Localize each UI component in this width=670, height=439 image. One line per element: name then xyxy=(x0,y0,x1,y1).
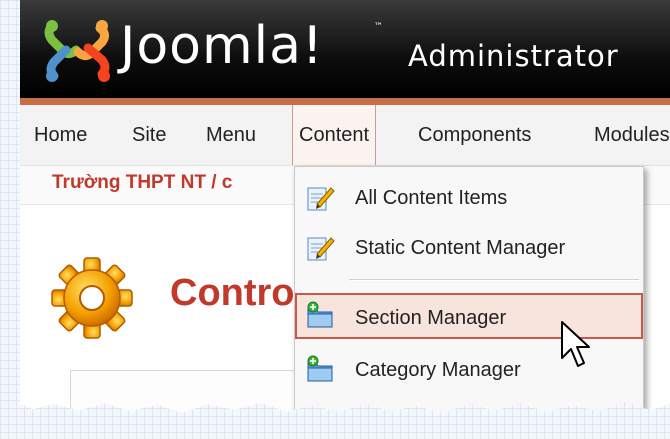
trademark-mark: ™ xyxy=(374,22,383,32)
content-panel xyxy=(70,370,302,414)
menu-components[interactable]: Components xyxy=(418,105,531,165)
breadcrumb[interactable]: Trường THPT NT / c xyxy=(52,172,232,194)
menu-item-label: Section Manager xyxy=(355,307,507,329)
edit-document-icon xyxy=(307,237,335,261)
gear-icon xyxy=(51,257,133,339)
menu-modules[interactable]: Modules xyxy=(594,105,670,165)
menu-item-static-content-manager[interactable]: Static Content Manager xyxy=(295,225,643,271)
content-dropdown-menu: All Content Items Static Content Manager… xyxy=(294,166,644,414)
menu-separator xyxy=(349,279,639,281)
menu-content[interactable]: Content xyxy=(292,105,377,165)
menu-home[interactable]: Home xyxy=(34,105,87,165)
mouse-pointer-icon xyxy=(561,321,590,367)
joomla-logo-text: Joomla! xyxy=(120,16,324,76)
menu-item-label: Static Content Manager xyxy=(355,237,566,259)
menu-item-label: All Content Items xyxy=(355,187,508,209)
menu-item-all-content-items[interactable]: All Content Items xyxy=(295,175,643,221)
main-menu-bar: Home Site Menu Content Components Module… xyxy=(20,105,670,166)
admin-header: Joomla! ™ Administrator xyxy=(20,0,670,105)
menu-site[interactable]: Site xyxy=(132,105,166,165)
joomla-admin-window: Joomla! ™ Administrator Home Site Menu C… xyxy=(20,0,670,414)
edit-document-icon xyxy=(307,187,335,211)
administrator-title: Administrator xyxy=(408,39,619,73)
menu-item-label: Category Manager xyxy=(355,359,521,381)
folder-add-icon xyxy=(307,355,333,382)
joomla-logo-icon xyxy=(44,20,110,82)
menu-menu[interactable]: Menu xyxy=(206,105,256,165)
folder-add-icon xyxy=(307,301,333,328)
